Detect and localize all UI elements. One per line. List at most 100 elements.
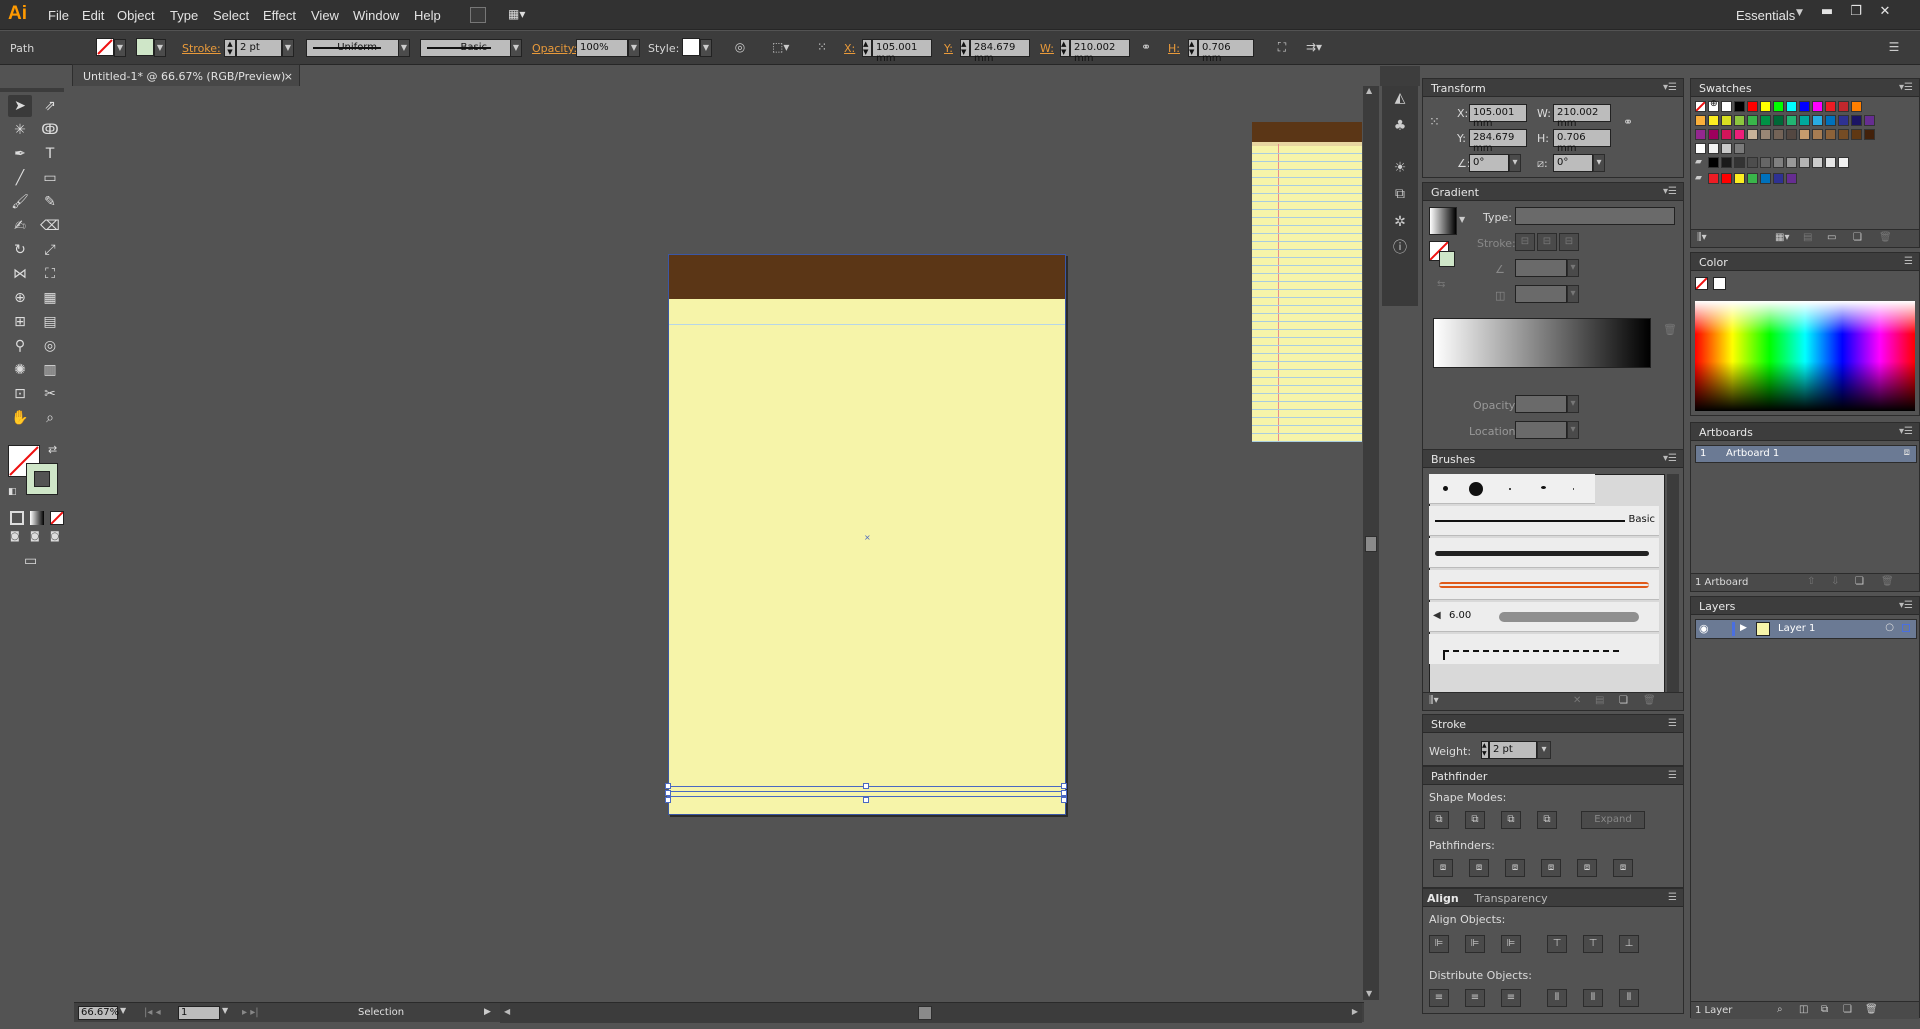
panel-menu-icon[interactable]: ▾☰ — [1899, 426, 1913, 437]
color-none-icon[interactable] — [1695, 277, 1708, 290]
opacity-label[interactable]: Opacity: — [532, 42, 577, 55]
stroke-weight-field[interactable]: 2 pt — [236, 39, 282, 57]
swatch[interactable] — [1812, 101, 1823, 112]
gradient-presets-icon[interactable]: ▼ — [1459, 215, 1465, 224]
swap-fill-stroke-icon[interactable]: ⇄ — [48, 443, 57, 456]
swatch[interactable] — [1825, 101, 1836, 112]
swatch[interactable] — [1851, 101, 1862, 112]
rotate-tool-icon[interactable]: ↻ — [8, 239, 32, 261]
brush-dab[interactable] — [1541, 486, 1546, 489]
swatch[interactable] — [1786, 115, 1797, 126]
opacity-field[interactable]: 100% — [576, 39, 628, 57]
panel-menu-icon[interactable]: ☰ — [1668, 892, 1677, 903]
swatch[interactable] — [1734, 129, 1745, 140]
scale-tool-icon[interactable]: ⤢ — [38, 239, 62, 261]
align-top-icon[interactable]: ⊤ — [1547, 935, 1567, 953]
gradient-mode-icon[interactable] — [30, 511, 44, 525]
y-stepper[interactable]: ▲ ▼ — [960, 39, 970, 57]
horizontal-scroll-thumb[interactable] — [918, 1006, 932, 1020]
arrange-documents-icon[interactable]: ▦▾ — [508, 7, 534, 23]
unite-icon[interactable]: ⧉ — [1429, 811, 1449, 829]
x-field[interactable]: 105.001 mm — [872, 39, 932, 64]
swatch[interactable] — [1864, 115, 1875, 126]
transform-options-icon[interactable]: ⬚▾ — [772, 40, 789, 56]
profile-dropdown-icon[interactable]: ▼ — [398, 39, 410, 57]
target-icon[interactable]: ○ — [1885, 622, 1894, 633]
brush-bristle[interactable]: ◀ 6.00 — [1429, 602, 1659, 632]
brush-charcoal[interactable] — [1429, 538, 1659, 568]
swatch[interactable] — [1786, 129, 1797, 140]
swatch[interactable] — [1760, 173, 1771, 184]
new-layer-icon[interactable]: ❏ — [1843, 1004, 1852, 1015]
swatch[interactable] — [1786, 173, 1797, 184]
swatch[interactable] — [1812, 157, 1823, 168]
swatch[interactable] — [1708, 115, 1719, 126]
fill-dropdown-icon[interactable]: ▼ — [114, 39, 126, 57]
panel-menu-icon[interactable]: ▾☰ — [1899, 600, 1913, 611]
brush-arrow[interactable] — [1429, 570, 1659, 600]
swatch[interactable] — [1721, 115, 1732, 126]
color-spectrum[interactable] — [1695, 301, 1915, 411]
swatch-libraries-icon[interactable]: ⫼▾ — [1697, 232, 1707, 243]
constrain-proportions-icon[interactable]: ⚭ — [1623, 115, 1633, 129]
trim-icon[interactable]: ⧈ — [1469, 859, 1489, 877]
color-mode-icon[interactable] — [10, 511, 24, 525]
swatch[interactable] — [1708, 143, 1719, 154]
draw-behind-icon[interactable]: ◙ — [30, 531, 40, 542]
align-tab[interactable]: Align — [1427, 892, 1459, 905]
recolor-artwork-icon[interactable]: ◎ — [732, 40, 748, 56]
distribute-left-icon[interactable]: ⫴ — [1547, 989, 1567, 1007]
scroll-up-icon[interactable]: ▲ — [1366, 86, 1372, 95]
blend-tool-icon[interactable]: ◎ — [38, 335, 62, 357]
layers-panel-header[interactable]: Layers ▾☰ — [1691, 597, 1919, 615]
transform-y-field[interactable]: 284.679 mm — [1469, 129, 1527, 154]
draw-normal-icon[interactable]: ◙ — [10, 531, 20, 542]
minus-back-icon[interactable]: ⧈ — [1613, 859, 1633, 877]
distribute-vcenter-icon[interactable]: ≡ — [1465, 989, 1485, 1007]
swatches-panel-header[interactable]: Swatches ▾☰ — [1691, 79, 1919, 97]
transform-w-field[interactable]: 210.002 mm — [1553, 104, 1611, 129]
shear-field[interactable]: 0° — [1553, 154, 1593, 172]
align-vcenter-icon[interactable]: ⊤ — [1583, 935, 1603, 953]
show-swatch-kinds-icon[interactable]: ▦▾ — [1775, 232, 1789, 243]
first-artboard-icon[interactable]: |◂ ◂ — [144, 1007, 161, 1018]
opacity-dropdown-icon[interactable]: ▼ — [628, 39, 640, 57]
swatch[interactable] — [1695, 115, 1706, 126]
y-field[interactable]: 284.679 mm — [970, 39, 1030, 64]
column-graph-tool-icon[interactable]: ▥ — [38, 359, 62, 381]
stroke-weight-field[interactable]: 2 pt — [1489, 741, 1537, 759]
swatch[interactable] — [1851, 115, 1862, 126]
swatch-none[interactable] — [1695, 101, 1706, 112]
blob-brush-tool-icon[interactable]: ✍ — [8, 215, 32, 237]
panel-menu-icon[interactable]: ▾☰ — [1663, 82, 1677, 93]
swatch[interactable] — [1734, 101, 1745, 112]
swatch[interactable] — [1708, 173, 1719, 184]
new-color-group-icon[interactable]: ▭ — [1827, 232, 1836, 243]
color-guide-icon[interactable]: ◭ — [1388, 86, 1412, 110]
eraser-tool-icon[interactable]: ⌫ — [38, 215, 62, 237]
zoom-field[interactable]: 66.67% — [78, 1006, 119, 1020]
merge-icon[interactable]: ⧈ — [1505, 859, 1525, 877]
type-tool-icon[interactable]: T — [38, 143, 62, 165]
brush-dropdown-icon[interactable]: ▼ — [510, 39, 522, 57]
align-left-icon[interactable]: ⊫ — [1429, 935, 1449, 953]
pencil-tool-icon[interactable]: ✎ — [38, 191, 62, 213]
selection-handle[interactable] — [665, 790, 671, 796]
hand-tool-icon[interactable]: ✋ — [8, 407, 32, 429]
selection-handle[interactable] — [863, 783, 869, 789]
swatch[interactable] — [1851, 129, 1862, 140]
align-hcenter-icon[interactable]: ⊫ — [1465, 935, 1485, 953]
selection-handle[interactable] — [1061, 797, 1067, 803]
h-field[interactable]: 0.706 mm — [1198, 39, 1254, 64]
notepad-header-bar[interactable] — [669, 255, 1065, 299]
align-bottom-icon[interactable]: ⊥ — [1619, 935, 1639, 953]
gradient-thumbnail[interactable] — [1429, 207, 1457, 235]
swatch[interactable] — [1838, 101, 1849, 112]
stroke-dropdown-icon[interactable]: ▼ — [154, 39, 166, 57]
mesh-tool-icon[interactable]: ⊞ — [8, 311, 32, 333]
direct-selection-tool-icon[interactable]: ⇗ — [38, 95, 62, 117]
symbols-icon[interactable]: ♣ — [1388, 114, 1412, 138]
locate-object-icon[interactable]: ⌕ — [1777, 1004, 1783, 1015]
artboard-dropdown-icon[interactable]: ▼ — [222, 1006, 228, 1015]
swatch[interactable] — [1825, 129, 1836, 140]
